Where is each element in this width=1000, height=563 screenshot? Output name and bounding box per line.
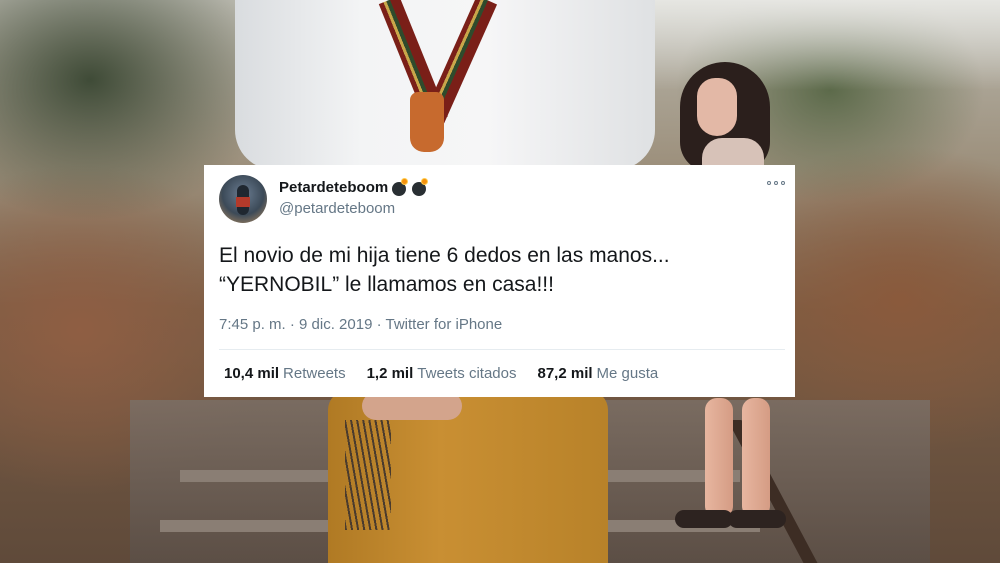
tweet-card[interactable]: Petardeteboom @petardeteboom El novio de…: [204, 165, 795, 397]
tweet-meta: 7:45 p. m. · 9 dic. 2019 · Twitter for i…: [219, 316, 502, 333]
woman-leg: [742, 398, 770, 518]
user-handle[interactable]: @petardeteboom: [279, 200, 395, 217]
avatar[interactable]: [219, 175, 267, 223]
tweet-text-line: “YERNOBIL” le llamamos en casa!!!: [219, 273, 554, 296]
stat-label: Retweets: [283, 365, 346, 382]
avatar-figure-detail: [236, 197, 250, 207]
tweet-source[interactable]: Twitter for iPhone: [385, 316, 502, 333]
stat-label: Me gusta: [596, 365, 659, 382]
likes-stat[interactable]: 87,2 mil Me gusta: [538, 365, 659, 382]
sky: [600, 0, 1000, 90]
more-options-icon[interactable]: [767, 179, 785, 187]
divider: [219, 349, 785, 350]
stat-label: Tweets citados: [417, 365, 517, 382]
woman-shoe: [675, 510, 733, 528]
display-name[interactable]: Petardeteboom: [279, 179, 388, 196]
retweets-stat[interactable]: 10,4 mil Retweets: [224, 365, 346, 382]
tweet-stats: 10,4 mil Retweets 1,2 mil Tweets citados 8…: [224, 365, 658, 382]
meta-separator: ·: [372, 316, 386, 333]
stat-count: 1,2 mil: [366, 365, 414, 382]
quote-tweets-stat[interactable]: 1,2 mil Tweets citados: [367, 365, 517, 382]
woman-face: [697, 78, 737, 136]
bomb-icon: [391, 179, 408, 196]
woman-shoe: [728, 510, 786, 528]
tweet-text: El novio de mi hija tiene 6 dedos en las…: [219, 241, 779, 299]
tweet-text-line: El novio de mi hija tiene 6 dedos en las…: [219, 244, 670, 267]
name-row[interactable]: Petardeteboom: [279, 179, 428, 196]
bomb-icon: [411, 179, 428, 196]
flower-bouquet: [345, 420, 391, 530]
suspender-buckle: [410, 92, 444, 152]
stat-count: 10,4 mil: [224, 365, 280, 382]
woman-leg: [705, 398, 733, 518]
woman-dress: [702, 138, 764, 168]
stat-count: 87,2 mil: [537, 365, 593, 382]
timestamp[interactable]: 7:45 p. m. · 9 dic. 2019: [219, 316, 372, 333]
